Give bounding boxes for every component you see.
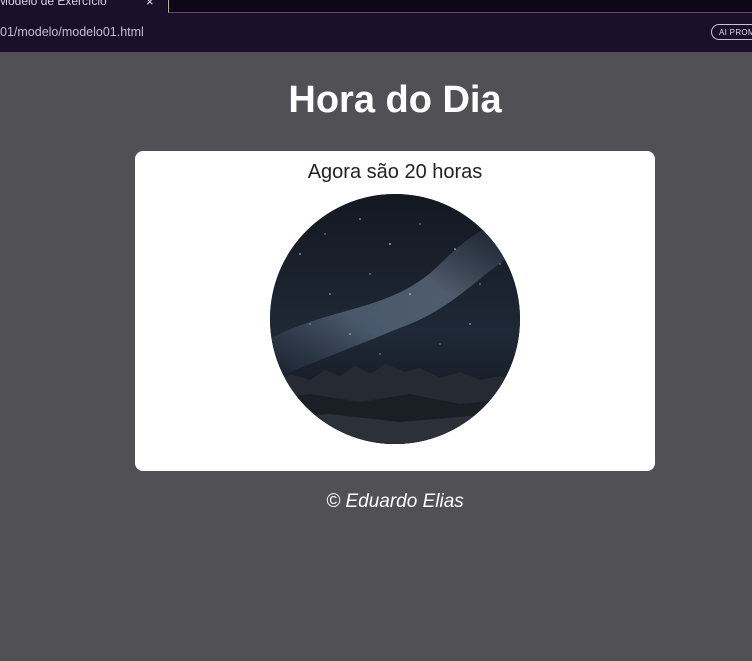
time-card: Agora são 20 horas <box>135 151 655 471</box>
page-title: Hora do Dia <box>288 79 502 121</box>
footer-credit: © Eduardo Elias <box>326 491 464 512</box>
browser-tabstrip: Modelo de Exercício × <box>0 0 752 13</box>
address-bar: 01/modelo/modelo01.html AI PROM <box>0 13 752 52</box>
browser-tab[interactable]: Modelo de Exercício × <box>0 0 167 13</box>
url-field[interactable]: 01/modelo/modelo01.html <box>0 25 144 39</box>
night-sky-image <box>270 194 520 444</box>
tab-title: Modelo de Exercício <box>0 0 107 8</box>
night-sky-illustration <box>270 194 520 444</box>
tab-close-icon[interactable]: × <box>146 0 154 8</box>
new-tab-area[interactable] <box>168 0 752 13</box>
ai-badge-button[interactable]: AI PROM <box>711 24 752 40</box>
time-message: Agora são 20 horas <box>307 161 483 183</box>
